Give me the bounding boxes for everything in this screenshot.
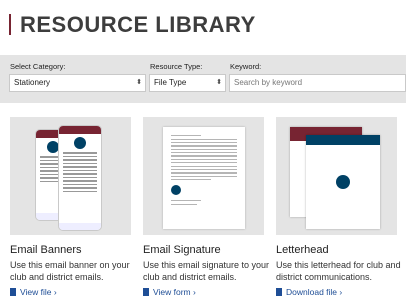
resource-type-select[interactable]: File Type ⬍ <box>149 74 226 92</box>
title-accent-bar <box>9 14 11 35</box>
letterhead-page-front <box>306 135 380 229</box>
category-value: Stationery <box>14 78 51 87</box>
keyword-search-input[interactable]: Search by keyword <box>229 74 406 92</box>
resource-type-label: Resource Type: <box>150 62 203 71</box>
logo-seal-icon <box>171 185 181 196</box>
page-title: RESOURCE LIBRARY <box>20 12 256 37</box>
download-file-link[interactable]: Download file › <box>276 287 342 297</box>
link-label: Download file › <box>286 287 343 297</box>
keyword-placeholder: Search by keyword <box>234 78 303 87</box>
category-label: Select Category: <box>10 62 66 71</box>
card-description: Use this email signature to your club an… <box>143 260 270 282</box>
select-arrows-icon: ⬍ <box>136 79 142 86</box>
link-label: View form › <box>153 287 196 297</box>
email-banners-thumbnail[interactable] <box>10 117 131 235</box>
letterhead-thumbnail[interactable] <box>276 117 397 235</box>
link-label: View file › <box>20 287 57 297</box>
filter-bar: Select Category: Stationery ⬍ Resource T… <box>0 55 406 103</box>
email-signature-thumbnail[interactable] <box>143 117 264 235</box>
card-title: Email Signature <box>143 244 221 256</box>
view-form-link[interactable]: View form › <box>143 287 196 297</box>
file-icon <box>143 288 149 296</box>
logo-seal-icon <box>336 175 350 189</box>
document-page <box>163 127 245 229</box>
page-header: RESOURCE LIBRARY <box>0 0 406 46</box>
card-title: Letterhead <box>276 244 329 256</box>
resource-type-value: File Type <box>154 78 187 87</box>
file-icon <box>10 288 16 296</box>
file-icon <box>276 288 282 296</box>
category-select[interactable]: Stationery ⬍ <box>9 74 146 92</box>
card-description: Use this letterhead for club and distric… <box>276 260 401 282</box>
card-description: Use this email banner on your club and d… <box>10 260 130 282</box>
card-title: Email Banners <box>10 244 82 256</box>
select-arrows-icon: ⬍ <box>216 79 222 86</box>
phone-mockup <box>58 125 102 231</box>
view-file-link[interactable]: View file › <box>10 287 57 297</box>
keyword-label: Keyword: <box>230 62 262 71</box>
